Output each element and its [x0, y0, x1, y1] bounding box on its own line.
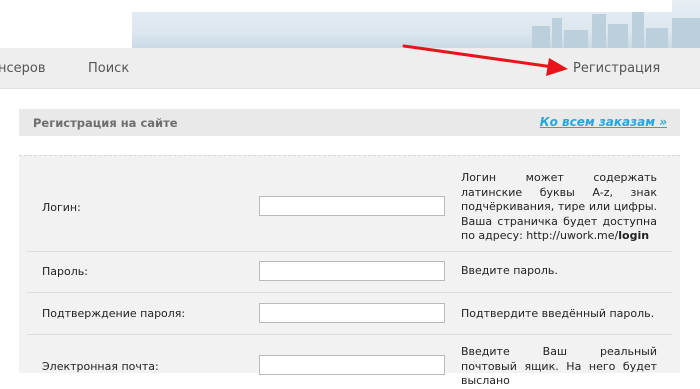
form-row-login: Логин: Логин может содержать латинские б…: [19, 156, 680, 251]
panel-title: Регистрация на сайте: [33, 116, 178, 130]
password-label: Пароль:: [42, 265, 88, 278]
email-input[interactable]: [259, 355, 445, 375]
panel-header: Регистрация на сайте Ко всем заказам »: [19, 109, 680, 136]
form-row-confirm: Подтверждение пароля: Подтвердите введён…: [19, 292, 680, 334]
login-hint: Логин может содержать латинские буквы A-…: [461, 171, 657, 244]
login-hint-bold: login: [618, 229, 650, 242]
annotation-arrow-icon: [402, 44, 568, 76]
confirm-password-input[interactable]: [259, 303, 445, 323]
confirm-password-hint: Подтвердите введённый пароль.: [461, 307, 655, 320]
all-orders-link[interactable]: Ко всем заказам »: [540, 115, 667, 129]
login-input[interactable]: [259, 196, 445, 216]
form-row-email: Электронная почта: Введите Ваш реальный …: [19, 334, 680, 387]
registration-form: Логин: Логин может содержать латинские б…: [19, 155, 680, 387]
confirm-password-label: Подтверждение пароля:: [42, 307, 186, 320]
login-label: Логин:: [42, 201, 81, 214]
password-hint: Введите пароль.: [461, 264, 558, 277]
form-row-password: Пароль: Введите пароль.: [19, 251, 680, 291]
email-label: Электронная почта:: [42, 360, 159, 373]
email-hint: Введите Ваш реальный почтовый ящик. На н…: [461, 345, 657, 387]
password-input[interactable]: [259, 261, 445, 281]
